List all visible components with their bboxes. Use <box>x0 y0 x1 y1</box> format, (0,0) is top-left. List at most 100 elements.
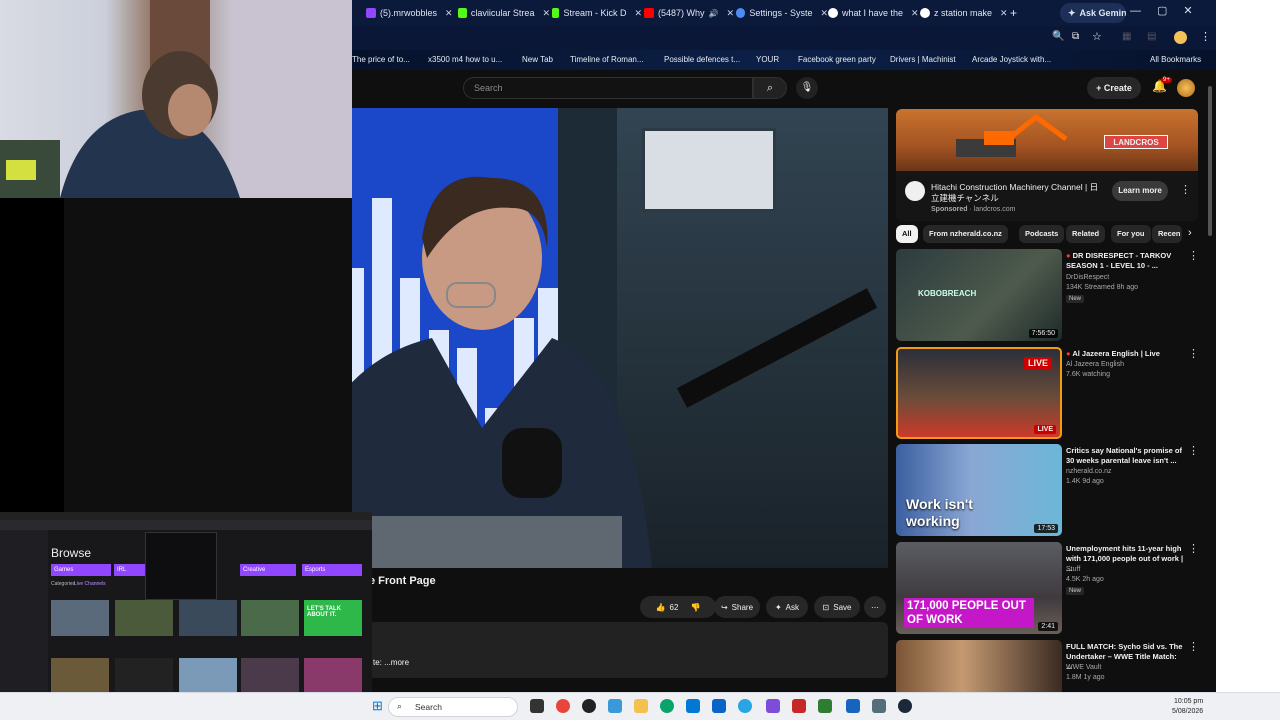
ask-button[interactable]: ✦ Ask <box>766 596 808 618</box>
learn-more-button[interactable]: Learn more <box>1112 181 1168 201</box>
file-explorer-icon[interactable] <box>634 699 648 713</box>
ask-gemini-button[interactable]: ✦ Ask Gemini <box>1060 3 1126 23</box>
more-actions-button[interactable]: ⋯ <box>864 596 886 618</box>
more-icon[interactable]: ⋮ <box>1188 249 1199 262</box>
twitch-categories-tab[interactable]: Categories <box>51 581 75 587</box>
chrome-icon[interactable] <box>556 699 570 713</box>
task-view-icon[interactable] <box>530 699 544 713</box>
menu-icon[interactable]: ⋮ <box>1200 30 1211 43</box>
close-icon[interactable]: ✕ <box>911 8 919 19</box>
close-icon[interactable]: ✕ <box>1000 8 1008 19</box>
search-icon[interactable]: 🔍 <box>1052 31 1064 42</box>
more-icon[interactable]: ⋮ <box>1188 640 1196 653</box>
browser-tab[interactable]: z station make ✕ <box>920 3 1012 23</box>
bookmark[interactable]: Facebook green party <box>798 55 876 64</box>
chip-all[interactable]: All <box>896 225 918 243</box>
minimize-icon[interactable]: — <box>1130 5 1141 17</box>
browser-tab[interactable]: what I have the ✕ <box>828 3 920 23</box>
browser-tab[interactable]: (5).mrwobbles ✕ <box>366 3 458 23</box>
twitch-promo-thumb[interactable]: LET'S TALK ABOUT IT. <box>304 600 362 636</box>
share-button[interactable]: ↪ Share <box>714 596 760 618</box>
twitch-stream-thumb[interactable] <box>179 600 237 636</box>
bookmark[interactable]: New Tab <box>522 55 553 64</box>
close-icon[interactable]: ✕ <box>445 8 453 19</box>
twitch-stream-thumb[interactable] <box>51 658 109 694</box>
video-thumbnail[interactable]: KOBOBREACH 7:56:50 <box>896 249 1062 341</box>
bookmark[interactable]: Possible defences t... <box>664 55 740 64</box>
twitch-stream-thumb[interactable] <box>51 600 109 636</box>
twitch-category-esports[interactable]: Esports <box>302 564 362 576</box>
rec-channel[interactable]: DrDisRespect <box>1066 274 1109 281</box>
bookmark[interactable]: Timeline of Roman... <box>570 55 644 64</box>
video-player[interactable] <box>352 108 888 568</box>
recommendation-item[interactable]: FULL MATCH: Sycho Sid vs. The Undertaker… <box>896 640 1196 692</box>
rec-channel[interactable]: Al Jazeera English <box>1066 361 1124 368</box>
bookmark[interactable]: YOUR <box>756 55 779 64</box>
store-icon[interactable] <box>686 699 700 713</box>
mic-icon[interactable]: 🎙 <box>796 77 818 99</box>
maximize-icon[interactable]: ▢ <box>1157 5 1167 17</box>
browser-tab-active[interactable]: (5487) Why 🔊 ✕ <box>644 3 734 23</box>
twitch-stream-thumb[interactable] <box>304 658 362 694</box>
save-button[interactable]: ⊡ Save <box>814 596 860 618</box>
install-icon[interactable]: ⧉ <box>1072 31 1079 42</box>
search-button[interactable]: ⌕ <box>753 77 787 99</box>
app-icon[interactable] <box>582 699 596 713</box>
ad-card[interactable]: LANDCROS Hitachi Construction Machinery … <box>896 109 1198 221</box>
profile-icon[interactable] <box>1174 31 1187 44</box>
recommendation-item[interactable]: LIVE LIVE ● Al Jazeera English | Live Al… <box>896 347 1199 439</box>
description-more[interactable]: te: ...more <box>373 658 409 667</box>
close-icon[interactable]: ✕ <box>820 8 828 19</box>
bookmark[interactable]: Drivers | Machinist <box>890 55 956 64</box>
twitch-stream-thumb[interactable] <box>115 600 173 636</box>
recommendation-item[interactable]: 171,000 PEOPLE OUT OF WORK 2:41 Unemploy… <box>896 542 1199 634</box>
chip-for-you[interactable]: For you <box>1111 225 1151 243</box>
app-icon[interactable] <box>872 699 886 713</box>
extensions-icon[interactable]: ▦ <box>1122 31 1131 42</box>
close-icon[interactable]: ✕ <box>542 8 550 19</box>
thumbs-up-icon[interactable]: 👍 <box>656 603 666 612</box>
taskbar-clock[interactable]: 10:05 pm 5/08/2026 <box>1172 697 1203 717</box>
video-thumbnail[interactable]: Work isn't working 17:53 <box>896 444 1062 536</box>
close-window-icon[interactable]: ✕ <box>1183 5 1192 17</box>
chip-from-channel[interactable]: From nzherald.co.nz <box>923 225 1008 243</box>
bookmark[interactable]: The price of to... <box>352 55 410 64</box>
close-icon[interactable]: ✕ <box>726 8 734 19</box>
app-icon[interactable] <box>766 699 780 713</box>
browser-tab[interactable]: Stream - Kick D ✕ <box>552 3 642 23</box>
video-thumbnail[interactable]: 171,000 PEOPLE OUT OF WORK 2:41 <box>896 542 1062 634</box>
chip-recent[interactable]: Recen <box>1152 225 1182 243</box>
close-icon[interactable]: ✕ <box>634 8 642 19</box>
chevron-right-icon[interactable]: › <box>1188 227 1192 239</box>
chip-related[interactable]: Related <box>1066 225 1106 243</box>
more-icon[interactable]: ⋮ <box>1188 542 1199 555</box>
windows-start-icon[interactable]: ⊞ <box>372 698 383 714</box>
chip-podcasts[interactable]: Podcasts <box>1019 225 1065 243</box>
twitch-category-irl[interactable]: IRL <box>114 564 146 576</box>
more-icon[interactable]: ⋮ <box>1180 183 1191 196</box>
app-icon[interactable] <box>846 699 860 713</box>
recommendation-item[interactable]: KOBOBREACH 7:56:50 ● DR DISRESPECT - TAR… <box>896 249 1199 341</box>
twitch-stream-thumb[interactable] <box>179 658 237 694</box>
all-bookmarks[interactable]: All Bookmarks <box>1150 55 1201 64</box>
taskbar-search[interactable]: ⌕ Search <box>388 697 518 717</box>
twitch-stream-thumb[interactable] <box>241 600 299 636</box>
more-icon[interactable]: ⋮ <box>1188 444 1199 457</box>
more-icon[interactable]: ⋮ <box>1188 347 1199 360</box>
avatar[interactable] <box>1177 79 1195 97</box>
twitch-live-tab[interactable]: Live Channels <box>74 581 106 587</box>
steam-icon[interactable] <box>898 699 912 713</box>
twitch-category-games[interactable]: Games <box>51 564 111 576</box>
edge-icon[interactable] <box>660 699 674 713</box>
speaker-icon[interactable]: 🔊 <box>708 9 718 18</box>
twitch-stream-thumb[interactable] <box>241 658 299 694</box>
twitch-category-creative[interactable]: Creative <box>240 564 296 576</box>
ad-title[interactable]: Hitachi Construction Machinery Channel |… <box>931 182 1101 204</box>
browser-tab[interactable]: claviicular Strea ✕ <box>458 3 550 23</box>
app-icon[interactable] <box>792 699 806 713</box>
thumbs-down-icon[interactable]: 👎 <box>690 603 700 612</box>
app-icon[interactable] <box>608 699 622 713</box>
rec-channel[interactable]: Stuff <box>1066 566 1080 573</box>
video-thumbnail[interactable] <box>896 640 1062 692</box>
description-box[interactable]: te: ...more <box>369 622 888 678</box>
